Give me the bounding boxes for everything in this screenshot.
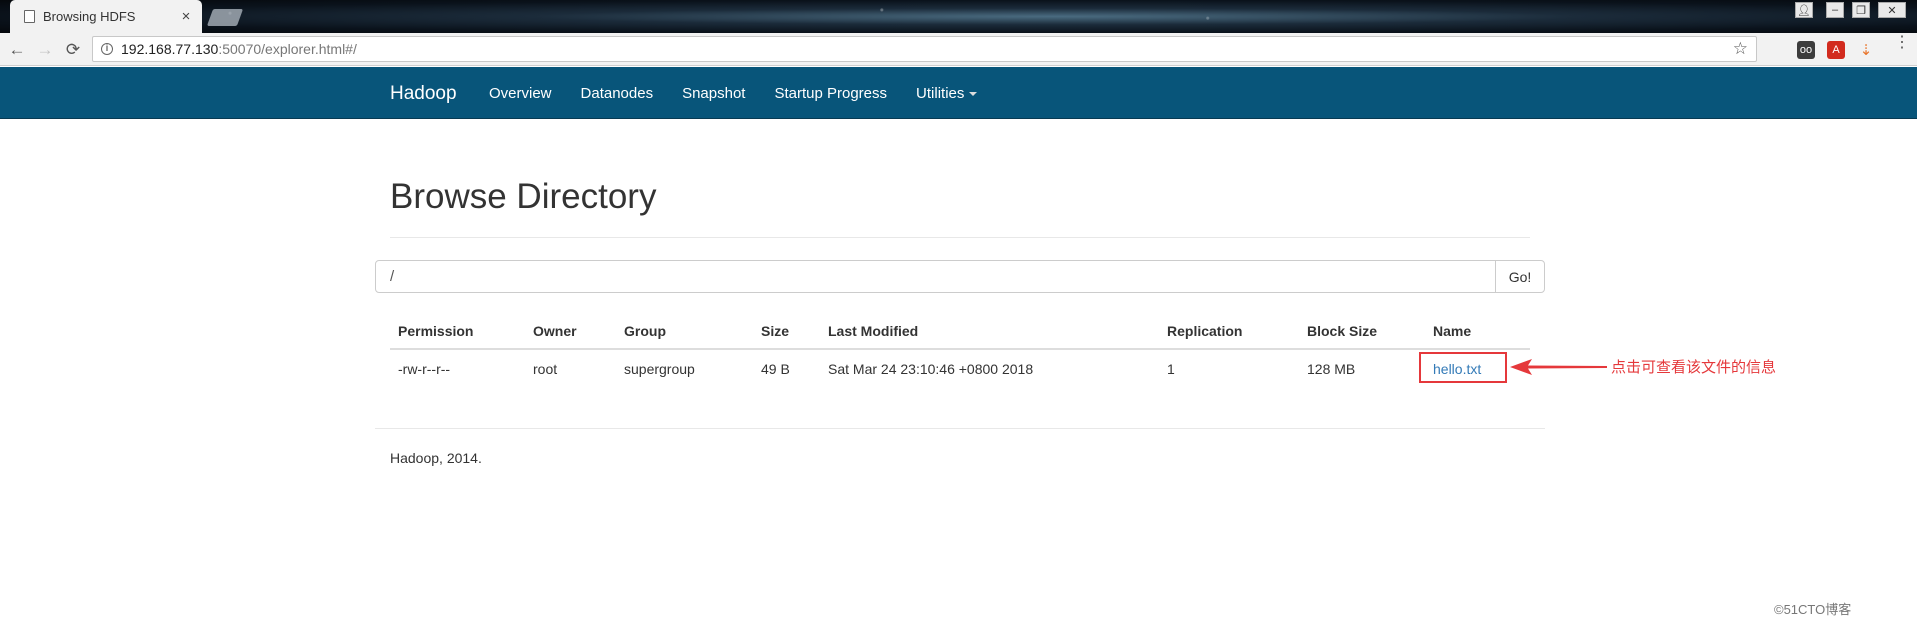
annotation-arrow-icon — [1510, 359, 1607, 375]
cell-block-size: 128 MB — [1307, 361, 1356, 377]
nav-utilities-label: Utilities — [916, 85, 965, 102]
extension-icon[interactable]: oo — [1797, 41, 1815, 59]
close-window-button[interactable]: ✕ — [1878, 2, 1906, 18]
address-bar[interactable]: i 192.168.77.130:50070/explorer.html#/ ☆ — [92, 36, 1757, 62]
tab-title: Browsing HDFS — [43, 9, 136, 24]
cell-permission: -rw-r--r-- — [398, 361, 451, 377]
page-title: Browse Directory — [390, 177, 657, 216]
pdf-extension-icon[interactable]: A — [1827, 41, 1845, 59]
url-path: :50070/explorer.html#/ — [218, 41, 357, 57]
restore-button[interactable]: ❐ — [1852, 2, 1870, 18]
arrow-left-icon[interactable]: ← — [6, 39, 28, 61]
header-last-modified[interactable]: Last Modified — [820, 314, 1159, 350]
arrow-right-icon[interactable]: → — [34, 39, 56, 61]
table-header-row: Permission Owner Group Size Last Modifie… — [390, 314, 1530, 350]
header-replication[interactable]: Replication — [1159, 314, 1299, 350]
cell-replication: 1 — [1167, 361, 1175, 377]
footer-text: Hadoop, 2014. — [390, 450, 482, 466]
close-tab-icon[interactable]: × — [178, 8, 194, 25]
cell-last-modified: Sat Mar 24 23:10:46 +0800 2018 — [828, 361, 1034, 377]
menu-icon[interactable]: ⋮ — [1894, 35, 1910, 51]
nav-utilities-dropdown[interactable]: Utilities — [916, 85, 978, 102]
annotation-text: 点击可查看该文件的信息 — [1611, 359, 1777, 376]
header-block-size[interactable]: Block Size — [1299, 314, 1425, 350]
header-size[interactable]: Size — [753, 314, 820, 350]
header-name[interactable]: Name — [1425, 314, 1530, 350]
nav-snapshot[interactable]: Snapshot — [682, 85, 745, 102]
info-icon[interactable]: i — [101, 43, 113, 55]
browser-tab[interactable]: Browsing HDFS × — [10, 0, 202, 33]
browser-titlebar: Browsing HDFS × 👤︎ – ❐ ✕ — [0, 0, 1917, 33]
cell-group: supergroup — [624, 361, 695, 377]
file-table: Permission Owner Group Size Last Modifie… — [390, 314, 1530, 388]
watermark: ©51CTO博客 — [1774, 602, 1852, 617]
header-owner[interactable]: Owner — [525, 314, 616, 350]
annotation-highlight-box — [1419, 352, 1507, 383]
header-group[interactable]: Group — [616, 314, 753, 350]
hadoop-navbar: Hadoop Overview Datanodes Snapshot Start… — [0, 67, 1917, 119]
minimize-button[interactable]: – — [1826, 2, 1844, 18]
go-button[interactable]: Go! — [1495, 260, 1545, 293]
user-icon[interactable]: 👤︎ — [1795, 2, 1813, 18]
star-icon[interactable]: ☆ — [1733, 39, 1748, 59]
nav-links: Overview Datanodes Snapshot Startup Prog… — [489, 85, 1006, 102]
download-extension-icon[interactable]: ⇣ — [1857, 41, 1875, 59]
new-tab-button[interactable] — [206, 9, 244, 26]
caret-down-icon — [969, 92, 978, 97]
cell-size: 49 B — [761, 361, 790, 377]
nav-datanodes[interactable]: Datanodes — [581, 85, 654, 102]
brand-logo[interactable]: Hadoop — [390, 83, 457, 105]
reload-icon[interactable]: ⟳ — [62, 39, 84, 61]
directory-path-input[interactable] — [375, 260, 1496, 293]
page-icon — [24, 10, 35, 23]
footer-divider — [375, 428, 1545, 429]
nav-startup-progress[interactable]: Startup Progress — [774, 85, 887, 102]
url-host: 192.168.77.130 — [121, 41, 219, 57]
header-permission[interactable]: Permission — [390, 314, 525, 350]
cell-owner: root — [533, 361, 558, 377]
table-row: -rw-r--r-- root supergroup 49 B Sat Mar … — [390, 349, 1530, 388]
nav-overview[interactable]: Overview — [489, 85, 552, 102]
divider — [390, 237, 1530, 238]
browser-toolbar: ← → ⟳ i 192.168.77.130:50070/explorer.ht… — [0, 33, 1917, 66]
